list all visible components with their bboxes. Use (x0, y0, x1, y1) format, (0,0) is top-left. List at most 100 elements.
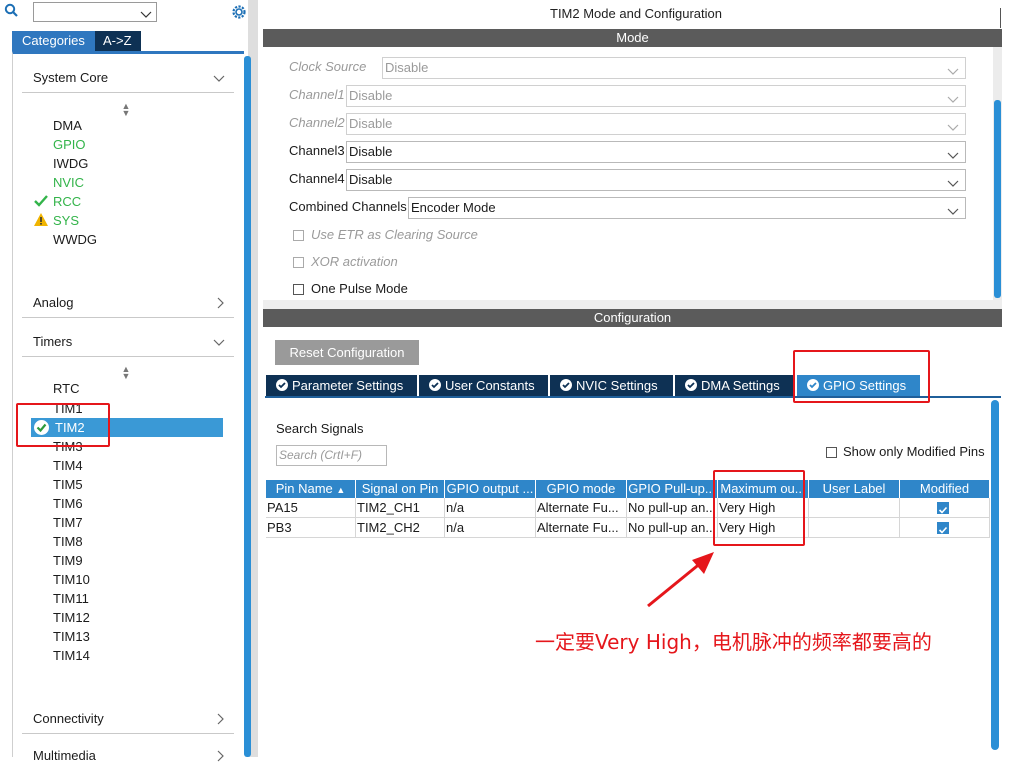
category-timers[interactable]: Timers (33, 334, 233, 356)
cell-user-label (809, 518, 900, 538)
sidebar-item-rtc[interactable]: RTC (53, 379, 79, 398)
show-only-modified-checkbox[interactable] (826, 447, 837, 458)
sidebar-item-tim11[interactable]: TIM11 (53, 589, 89, 608)
sidebar-item-tim4[interactable]: TIM4 (53, 456, 83, 475)
cell-pull: No pull-up an... (627, 518, 718, 538)
tab-categories[interactable]: Categories (12, 31, 95, 51)
xor-activation-checkbox[interactable] (293, 257, 304, 268)
sidebar-item-tim14[interactable]: TIM14 (53, 646, 90, 665)
search-icon[interactable] (4, 3, 20, 19)
configuration-scrollbar[interactable] (991, 400, 999, 750)
highlight-box (16, 403, 110, 447)
select-value: Disable (349, 88, 393, 103)
chevron-right-icon (217, 713, 225, 728)
sidebar-item-dma[interactable]: DMA (53, 116, 82, 135)
mode-scrollbar[interactable] (994, 100, 1001, 298)
select-value: Disable (349, 116, 393, 131)
sidebar-item-tim8[interactable]: TIM8 (53, 532, 83, 551)
sidebar-item-sys[interactable]: SYS (53, 211, 79, 230)
cell-signal: TIM2_CH2 (356, 518, 445, 538)
chevron-right-icon (217, 297, 225, 312)
cell-pin: PA15 (266, 498, 356, 518)
tab-dma-settings[interactable]: DMA Settings (675, 375, 795, 396)
category-label: Multimedia (33, 748, 96, 763)
annotation-text: 一定要Very High，电机脉冲的频率都要高的 (535, 630, 932, 654)
sidebar-item-nvic[interactable]: NVIC (53, 173, 84, 192)
sort-ascending-icon: ▲ (336, 485, 346, 495)
search-signals-input[interactable]: Search (CrtI+F) (276, 445, 387, 466)
one-pulse-mode-label: One Pulse Mode (311, 281, 408, 296)
sidebar-item-tim7[interactable]: TIM7 (53, 513, 83, 532)
sort-icon[interactable]: ▲ ▼ (121, 102, 131, 118)
category-label: Connectivity (33, 711, 104, 726)
chevron-down-icon (947, 62, 959, 82)
divider (22, 356, 234, 357)
chevron-right-icon (217, 750, 225, 765)
page-title: TIM2 Mode and Configuration (263, 0, 1009, 28)
select-value: Disable (385, 60, 429, 75)
column-header-gpio-pull[interactable]: GPIO Pull-up... (627, 480, 718, 498)
use-etr-label: Use ETR as Clearing Source (311, 227, 478, 242)
channel1-select[interactable]: Disable (346, 85, 966, 107)
check-circle-icon (685, 379, 697, 391)
channel4-select[interactable]: Disable (346, 169, 966, 191)
checkbox-checked-icon (937, 502, 949, 514)
tab-label: User Constants (445, 378, 535, 393)
sidebar-item-iwdg[interactable]: IWDG (53, 154, 88, 173)
select-value: Disable (349, 144, 393, 159)
gear-icon[interactable] (230, 3, 248, 21)
sidebar-item-tim5[interactable]: TIM5 (53, 475, 83, 494)
warning-icon (34, 213, 48, 229)
reset-configuration-button[interactable]: Reset Configuration (275, 340, 419, 365)
sort-icon[interactable]: ▲ ▼ (121, 365, 131, 381)
divider (22, 733, 234, 734)
chevron-down-icon (947, 202, 959, 222)
table-row[interactable]: PB3 TIM2_CH2 n/a Alternate Fu... No pull… (266, 518, 990, 538)
sidebar-item-tim10[interactable]: TIM10 (53, 570, 90, 589)
search-input[interactable] (33, 2, 157, 22)
channel4-label: Channel4 (289, 171, 345, 186)
category-system-core[interactable]: System Core (33, 70, 233, 92)
sidebar-item-gpio[interactable]: GPIO (53, 135, 86, 154)
combined-channels-select[interactable]: Encoder Mode (408, 197, 966, 219)
table-row[interactable]: PA15 TIM2_CH1 n/a Alternate Fu... No pul… (266, 498, 990, 518)
column-header-user-label[interactable]: User Label (809, 480, 900, 498)
channel1-label: Channel1 (289, 87, 345, 102)
sidebar-item-tim9[interactable]: TIM9 (53, 551, 83, 570)
column-header-gpio-mode[interactable]: GPIO mode (536, 480, 627, 498)
check-circle-icon (560, 379, 572, 391)
left-scrollbar[interactable] (244, 56, 251, 757)
category-analog[interactable]: Analog (33, 295, 233, 317)
highlight-box (713, 470, 805, 546)
chevron-down-icon[interactable] (140, 7, 152, 22)
channel3-select[interactable]: Disable (346, 141, 966, 163)
cell-pin: PB3 (266, 518, 356, 538)
clock-source-select[interactable]: Disable (382, 57, 966, 79)
sidebar-item-tim6[interactable]: TIM6 (53, 494, 83, 513)
tab-nvic-settings[interactable]: NVIC Settings (550, 375, 673, 396)
channel2-label: Channel2 (289, 115, 345, 130)
column-header-signal[interactable]: Signal on Pin (356, 480, 445, 498)
sidebar-item-wwdg[interactable]: WWDG (53, 230, 97, 249)
tab-parameter-settings[interactable]: Parameter Settings (266, 375, 417, 396)
splitter[interactable] (263, 300, 1002, 309)
header-label: Pin Name (275, 481, 333, 496)
tab-user-constants[interactable]: User Constants (419, 375, 548, 396)
category-multimedia[interactable]: Multimedia (33, 748, 233, 770)
highlight-box (793, 350, 930, 403)
sidebar-item-tim13[interactable]: TIM13 (53, 627, 90, 646)
one-pulse-mode-checkbox[interactable] (293, 284, 304, 295)
column-header-pin-name[interactable]: Pin Name ▲ (266, 480, 356, 498)
sidebar-item-tim12[interactable]: TIM12 (53, 608, 90, 627)
column-header-modified[interactable]: Modified (900, 480, 990, 498)
use-etr-checkbox[interactable] (293, 230, 304, 241)
channel2-select[interactable]: Disable (346, 113, 966, 135)
category-label: Analog (33, 295, 74, 310)
sidebar-item-rcc[interactable]: RCC (53, 192, 81, 211)
channel3-label: Channel3 (289, 143, 345, 158)
column-header-gpio-output[interactable]: GPIO output ... (445, 480, 536, 498)
tab-a-to-z[interactable]: A->Z (95, 31, 141, 51)
category-connectivity[interactable]: Connectivity (33, 711, 233, 733)
chevron-down-icon (947, 146, 959, 166)
cell-signal: TIM2_CH1 (356, 498, 445, 518)
